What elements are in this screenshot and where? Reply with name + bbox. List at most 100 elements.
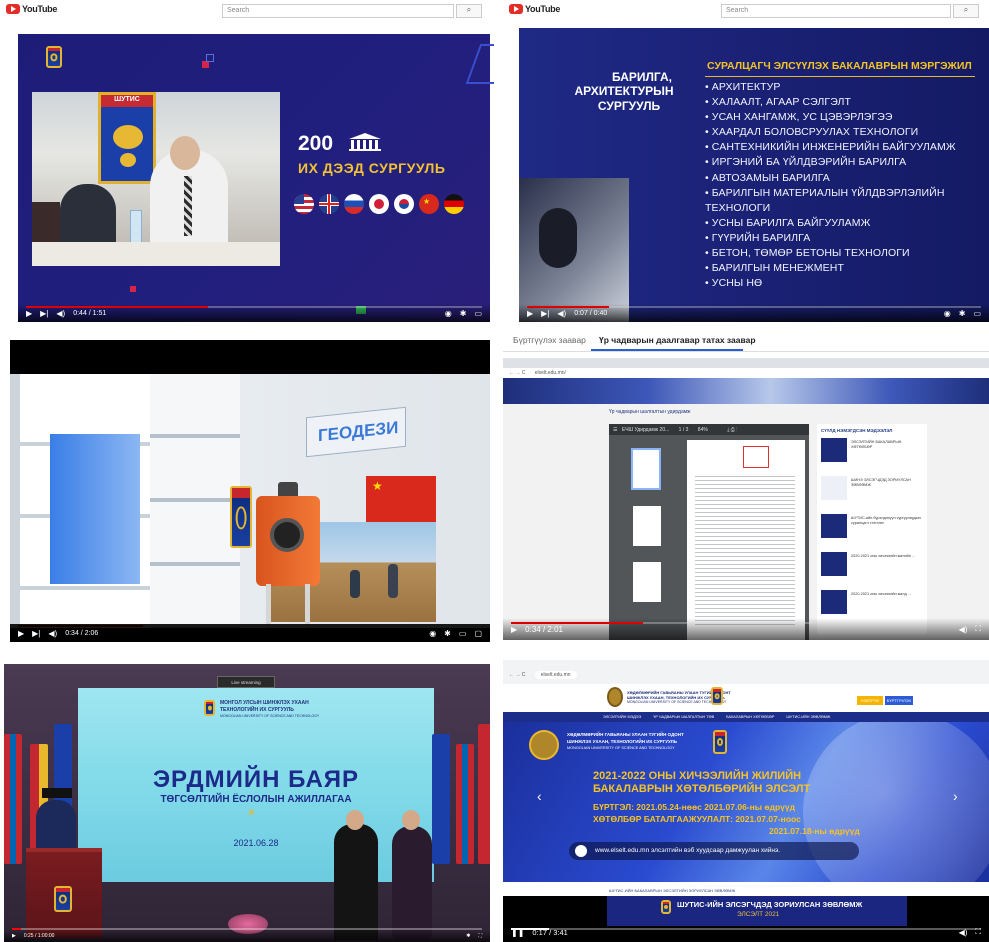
youtube-play-icon — [509, 4, 523, 14]
ornament-icon: ❀ — [248, 808, 255, 817]
banner-emblem: ШУТИС — [98, 92, 156, 184]
youtube-play-icon — [6, 4, 20, 14]
news-item[interactable]: ШУТИС-ийн бүрэлдэхүүн сургуулиудын сурал… — [821, 514, 923, 546]
doc-heading: Үр чадварын шалгалтын удирдамж — [609, 409, 691, 415]
pdf-viewer[interactable]: ☰ ЕЧШ Удирдамж 20... 1 / 3 84% ⤓ ⎙ ⋮ — [609, 424, 809, 640]
carousel-prev-icon[interactable]: ‹ — [537, 788, 542, 804]
pdf-thumbnail-2[interactable] — [633, 506, 661, 546]
video-frame[interactable]: ← → C elselt.edu.mn/ Үр чадварын шалгалт… — [503, 358, 989, 640]
volume-icon[interactable]: ◀) — [557, 309, 566, 318]
site-nav: ЭЛСЭЛТИЙН МЭДЭЭ ҮР ЧАДВАРЫН ШАЛГАЛТЫН ТӨВ… — [503, 712, 989, 722]
pdf-thumbnail-3[interactable] — [633, 562, 661, 602]
banner-univ-name-2: ШИНЖЛЭХ УХААН, ТЕХНОЛОГИЙН ИХ СУРГУУЛЬ — [567, 739, 678, 744]
video-area[interactable]: ШУТИС-ИЙН ЭЛСЭГЧДЭД ЗОРИУЛСАН ЗӨВЛӨМЖ ЭЛ… — [503, 896, 989, 942]
univ-name-1: МОНГОЛ УЛСЫН ШИНЖЛЭХ УХААН — [220, 700, 309, 706]
web-note: www.elselt.edu.mn элсэлтийн вэб хуудсаар… — [595, 847, 781, 854]
youtube-logo[interactable]: YouTube — [6, 4, 57, 14]
miniplayer-icon[interactable]: ▭ — [973, 309, 981, 318]
autoplay-toggle-icon[interactable]: ◉ — [429, 629, 436, 638]
china-flag-board: ★ — [366, 476, 436, 522]
miniplayer-icon[interactable]: ▭ — [459, 629, 467, 638]
video-panel-4: Бүртгүүлэх заавар Үр чадварын даалгавар … — [503, 330, 989, 642]
video-frame[interactable]: БАРИЛГА, АРХИТЕКТУРЫН СУРГУУЛЬ СУРАЛЦАГЧ… — [519, 28, 989, 322]
news-item[interactable]: ШИНЭ ЭЛСЭГЧДЭД ЗОРИУЛСАН ЗӨВЛӨМЖ — [821, 476, 923, 508]
player-controls: ▶ ▶| ◀) 0:44 / 1:51 ◉ ✱ ▭ — [18, 304, 490, 322]
decorative-square-red-2 — [130, 286, 136, 292]
next-icon[interactable]: ▶| — [40, 309, 48, 318]
major-item: • УСНЫ НӨ — [705, 277, 763, 290]
tab-download-guide[interactable]: Үр чадварын даалгавар татах заавар — [599, 335, 756, 345]
video-panel-2: YouTube Search ⌕ БАРИЛГА, АРХИТЕКТУРЫН С… — [503, 0, 989, 326]
register-line: БҮРТГЭЛ: 2021.05.24-нөөс 2021.07.06-ны ө… — [593, 802, 796, 812]
news-item[interactable]: ЭЛСЭЛТИЙН БАКАЛАВРЫН ХӨТӨЛБӨР — [821, 438, 923, 470]
video-panel-3[interactable]: ГЕОДЕЗИ ★ ▶ ▶| ◀) 0:34 / 2:06 ◉ ✱ ▭ ▢ — [10, 340, 490, 642]
login-button[interactable]: НЭВТРЭХ — [857, 696, 883, 705]
major-item: • ГҮҮРИЙН БАРИЛГА — [705, 231, 811, 244]
fullscreen-icon[interactable]: ⛶ — [975, 624, 981, 634]
video-panel-5[interactable]: Live streaming МОНГОЛ УЛСЫН ШИНЖЛЭХ УХАА… — [4, 664, 490, 942]
hero-banner[interactable]: ХӨДӨЛМӨРИЙН ГАВЬЯАНЫ УЛААН ТУГИЙН ОДОНТ … — [503, 722, 989, 882]
settings-gear-icon[interactable]: ✱ — [444, 629, 451, 638]
browser-url[interactable]: elselt.edu.mn/ — [535, 370, 566, 376]
cube-blue — [50, 434, 140, 584]
nav-item[interactable]: ШУТИС-ИЙН ЗӨВЛӨМЖ — [786, 715, 830, 722]
volume-icon[interactable]: ◀) — [959, 928, 968, 937]
theater-mode-icon[interactable]: ▢ — [474, 629, 482, 638]
download-icon[interactable]: ⤓ ⎙ ⋮ — [727, 427, 737, 433]
univ-emblem-advice — [661, 900, 671, 914]
host-female — [392, 826, 432, 940]
major-item: • ИРГЭНИЙ БА ҮЙЛДВЭРИЙН БАРИЛГА — [705, 156, 907, 169]
menu-icon[interactable]: ☰ — [613, 427, 617, 433]
youtube-logo[interactable]: YouTube — [509, 4, 560, 14]
meeting-photo: ШУТИС — [32, 92, 280, 266]
miniplayer-icon[interactable]: ▭ — [474, 309, 482, 318]
site-header: ХӨДӨЛМӨРИЙН ГАВЬЯАНЫ УЛААН ТУГИЙН ОДОНТ … — [503, 684, 989, 712]
search-input[interactable]: Search — [222, 4, 454, 18]
russia-flag-icon — [344, 194, 364, 214]
autoplay-toggle-icon[interactable]: ◉ — [944, 309, 951, 318]
play-icon[interactable]: ▶ — [26, 309, 32, 318]
pdf-thumbnail-1[interactable] — [631, 448, 661, 490]
nav-back-icon[interactable]: ← → C — [509, 370, 525, 376]
section-link[interactable]: ШУТИС-ИЙН БАКАЛАВРЫН ЭЛСЭЛТИЙН ЗОРИУЛСАН… — [609, 888, 735, 893]
autoplay-toggle-icon[interactable]: ◉ — [445, 309, 452, 318]
news-item[interactable]: 2020-2021 оны хичээлийн жилийн ... — [821, 552, 923, 584]
nav-item[interactable]: БАКАЛАВРЫН ХӨТӨЛБӨР — [726, 715, 774, 722]
search-button[interactable]: ⌕ — [953, 4, 979, 18]
volume-icon[interactable]: ◀) — [959, 625, 968, 634]
pdf-zoom: 84% — [697, 427, 708, 433]
nav-item[interactable]: ЭЛСЭЛТИЙН МЭДЭЭ — [603, 715, 641, 722]
fullscreen-icon[interactable]: ⛶ — [975, 927, 981, 937]
video-frame[interactable]: ШУТИС 200 ИХ ДЭЭД СУРГУУЛЬ ★ ▶ ▶| ◀) 0:4… — [18, 34, 494, 322]
settings-gear-icon[interactable]: ✱ — [466, 933, 470, 939]
volume-icon[interactable]: ◀) — [48, 629, 57, 638]
next-icon[interactable]: ▶| — [32, 629, 40, 638]
browser-url[interactable]: elselt.edu.mn — [534, 671, 577, 679]
play-icon[interactable]: ▶ — [511, 625, 517, 634]
carousel-next-icon[interactable]: › — [953, 788, 958, 804]
fullscreen-icon[interactable]: ⛶ — [478, 933, 482, 939]
search-button[interactable]: ⌕ — [456, 4, 482, 18]
major-item: • АВТОЗАМЫН БАРИЛГА — [705, 171, 830, 184]
next-icon[interactable]: ▶| — [541, 309, 549, 318]
settings-gear-icon[interactable]: ✱ — [959, 309, 966, 318]
emblem-text: ШУТИС — [114, 96, 140, 103]
play-icon[interactable]: ▶ — [12, 933, 16, 939]
podium-emblem — [54, 886, 72, 912]
advice-title: ШУТИС-ИЙН ЭЛСЭГЧДЭД ЗОРИУЛСАН ЗӨВЛӨМЖ — [677, 900, 863, 909]
settings-gear-icon[interactable]: ✱ — [460, 309, 467, 318]
tab-register-guide[interactable]: Бүртгүүлэх заавар — [513, 335, 586, 345]
youtube-header: YouTube Search ⌕ — [503, 0, 989, 22]
headline-number: 200 — [298, 132, 334, 155]
volume-icon[interactable]: ◀) — [56, 309, 65, 318]
stage-screen: МОНГОЛ УЛСЫН ШИНЖЛЭХ УХААН ТЕХНОЛОГИЙН И… — [78, 688, 434, 882]
pause-icon[interactable]: ❚❚ — [511, 928, 524, 937]
table — [32, 242, 280, 266]
nav-item[interactable]: ҮР ЧАДВАРЫН ШАЛГАЛТЫН ТӨВ — [653, 715, 714, 722]
search-input[interactable]: Search — [721, 4, 951, 18]
nav-back-icon[interactable]: ← → C — [509, 672, 525, 678]
play-icon[interactable]: ▶ — [527, 309, 533, 318]
play-icon[interactable]: ▶ — [18, 629, 24, 638]
register-button[interactable]: БҮРТГҮҮЛЭХ — [885, 696, 913, 705]
time-display: 0:07 / 0:40 — [574, 309, 608, 317]
